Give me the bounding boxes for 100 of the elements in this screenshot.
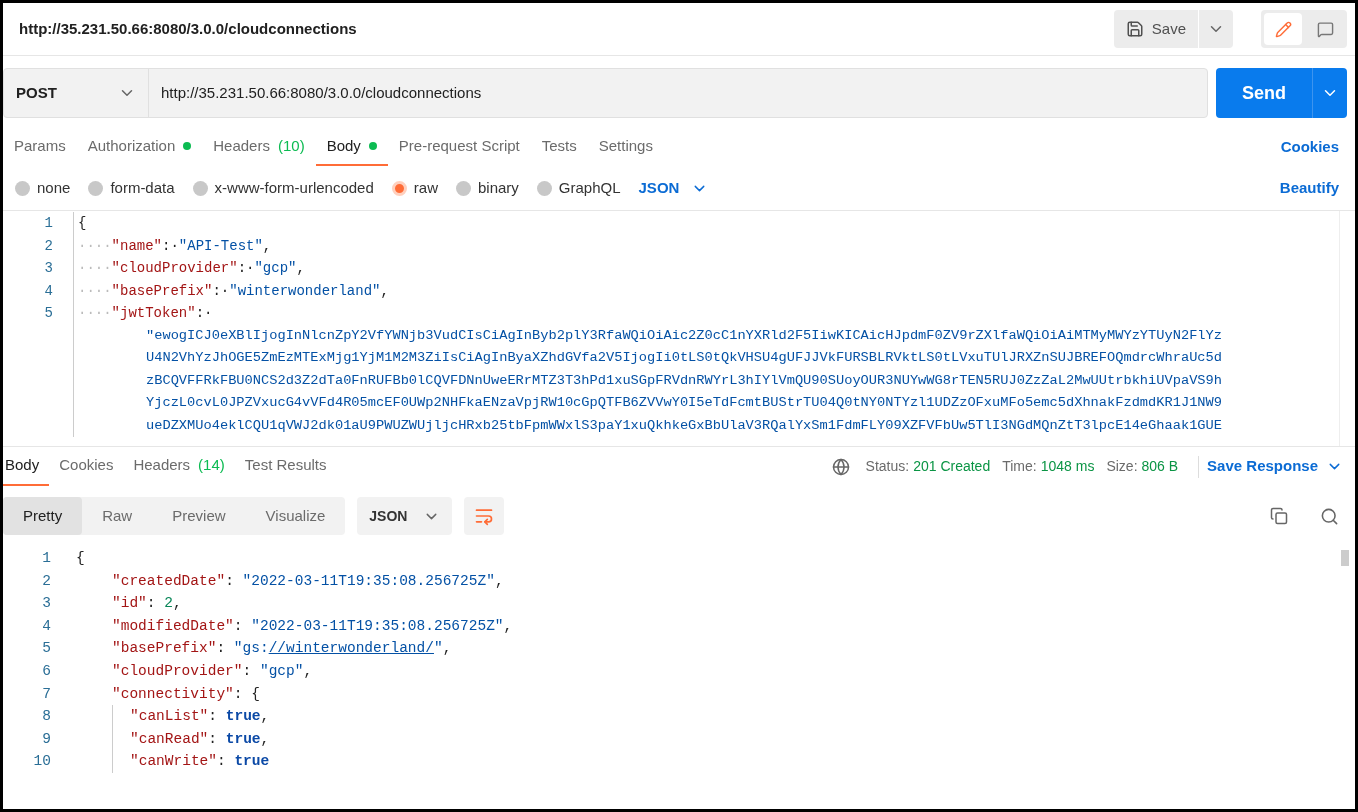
tab[interactable]: Authorization: [76, 128, 203, 166]
tab[interactable]: Settings: [587, 128, 664, 166]
code-token: zBCQVFFRkFBU0NCS2d3Z2dTa0FnRUFBb0lCQVFDNnUweERrMTZ3T3hPd1xuSGpFRVdnRWYrL3hIYlVmQU90SUoyOUR3NUYwWG8rTEN5RUJ0ZzZaL2MwUUtrbkhiUVpaVS9h: [145, 371, 1223, 390]
code-token: "modifiedDate": [112, 617, 234, 634]
wrap-text-icon: [474, 506, 495, 526]
cookies-link[interactable]: Cookies: [1280, 135, 1339, 159]
view-mode-tab[interactable]: Visualize: [245, 497, 346, 535]
code-token: "winterwonderland": [229, 282, 381, 299]
line-number: 5: [41, 639, 51, 659]
code-token: "gcp": [254, 260, 297, 276]
tab[interactable]: Headers (14): [123, 447, 235, 486]
radio-option[interactable]: GraphQL: [536, 176, 621, 200]
radio-option[interactable]: form-data: [88, 176, 175, 200]
save-icon: [1125, 20, 1144, 38]
radio-option[interactable]: none: [15, 176, 71, 200]
code-token: :·: [212, 282, 230, 299]
code-token: ,: [172, 595, 182, 612]
code-token: ,: [262, 237, 272, 254]
code-token: :: [216, 640, 227, 657]
code-token: "gs:: [233, 640, 269, 657]
edit-icon-button[interactable]: [1264, 13, 1302, 45]
code-token: ,: [260, 708, 270, 725]
code-token: "canRead": [130, 730, 209, 747]
search-icon[interactable]: [1320, 506, 1339, 526]
tab[interactable]: Headers (10): [202, 128, 316, 166]
code-token: :: [233, 617, 244, 634]
code-token: true: [234, 753, 270, 770]
code-token: :·: [195, 305, 213, 321]
request-body-editor[interactable]: [3, 210, 1355, 446]
line-number: 7: [41, 684, 51, 704]
code-token: "id": [112, 595, 147, 612]
globe-icon: [831, 457, 850, 476]
status-label: Status:: [865, 457, 910, 476]
code-token: "canList": [130, 708, 209, 725]
view-mode-tab[interactable]: Preview: [152, 497, 246, 535]
radio-option[interactable]: binary: [455, 176, 519, 200]
code-token: :: [225, 572, 235, 589]
code-token: true: [225, 708, 261, 725]
code-token: "canWrite": [130, 753, 217, 770]
code-token: ,: [380, 282, 389, 299]
code-token: ,: [303, 662, 313, 679]
pencil-icon: [1274, 20, 1292, 38]
format-dropdown[interactable]: JSON: [357, 497, 453, 535]
format-dropdown[interactable]: JSON: [638, 176, 709, 200]
view-mode-tab[interactable]: Pretty: [3, 497, 83, 535]
code-token: "jwtToken": [111, 305, 196, 321]
tab[interactable]: Test Results: [234, 447, 337, 486]
code-token: "ewogICJ0eXBlIjogInNlcnZpY2VfYWNjb3VudCIsCiAgInByb2plY3RfaWQiOiAic2Z0cC1nYXRld2F5IiwKICAicHJpdmF0ZV9rZXlfaWQiOiAiMTMyMWYzYTUyN2FlYz: [145, 326, 1223, 345]
status-label: Size:: [1106, 457, 1138, 476]
line-number: 10: [32, 752, 51, 772]
line-number: 3: [43, 259, 53, 278]
code-token: "cloudProvider": [112, 662, 243, 679]
whitespace-marker: ····: [78, 282, 112, 299]
line-number: 2: [41, 571, 51, 591]
radio-option[interactable]: raw: [391, 176, 438, 200]
code-token: ,: [503, 617, 513, 634]
tab[interactable]: Cookies: [49, 447, 124, 486]
code-token: "2022-03-11T19:35:08.256725Z": [251, 617, 504, 634]
tab[interactable]: Body: [315, 128, 388, 166]
tab[interactable]: Body: [3, 447, 50, 486]
code-token: ": [433, 640, 443, 657]
line-number: 5: [43, 304, 53, 323]
code-token: {: [78, 215, 87, 231]
code-token: : {: [233, 685, 260, 702]
radio-option[interactable]: x-www-form-urlencoded: [192, 176, 374, 200]
whitespace-marker: ····: [78, 237, 112, 254]
code-token: :: [208, 708, 219, 725]
code-token: "createdDate": [112, 572, 226, 589]
beautify-link[interactable]: Beautify: [1279, 176, 1339, 200]
status-value: 1048 ms: [1040, 457, 1095, 476]
wrap-text-button[interactable]: [464, 497, 505, 535]
line-number: 1: [43, 214, 53, 233]
status-value: 201 Created: [913, 457, 991, 476]
line-number: 6: [41, 661, 51, 681]
code-token: ,: [260, 730, 270, 747]
tab[interactable]: Pre-request Script: [387, 128, 531, 166]
code-token: "basePrefix": [112, 640, 217, 657]
code-token: :: [217, 753, 227, 770]
line-number: 2: [43, 236, 53, 256]
whitespace-marker: ····: [78, 305, 112, 321]
tab[interactable]: Tests: [530, 128, 588, 166]
view-mode-tab[interactable]: Raw: [82, 497, 153, 535]
code-token: //winterwonderland/: [268, 640, 434, 657]
line-number: 4: [41, 616, 51, 636]
code-token: "API-Test": [178, 237, 263, 254]
copy-icon[interactable]: [1270, 507, 1288, 525]
code-token: ,: [442, 640, 452, 657]
code-token: 2: [164, 595, 173, 612]
save-response-button[interactable]: Save Response: [1207, 455, 1343, 478]
tab-count: (10): [277, 135, 305, 156]
code-token: :: [146, 595, 157, 612]
code-token: true: [225, 730, 261, 747]
tab-count: (14): [198, 455, 225, 476]
status-label: Time:: [1002, 457, 1037, 476]
whitespace-marker: ····: [78, 260, 112, 276]
code-token: :: [208, 730, 219, 747]
tab[interactable]: Params: [3, 128, 77, 166]
code-token: ,: [296, 260, 305, 276]
line-number: 4: [43, 281, 53, 301]
comment-icon: [1316, 20, 1334, 38]
